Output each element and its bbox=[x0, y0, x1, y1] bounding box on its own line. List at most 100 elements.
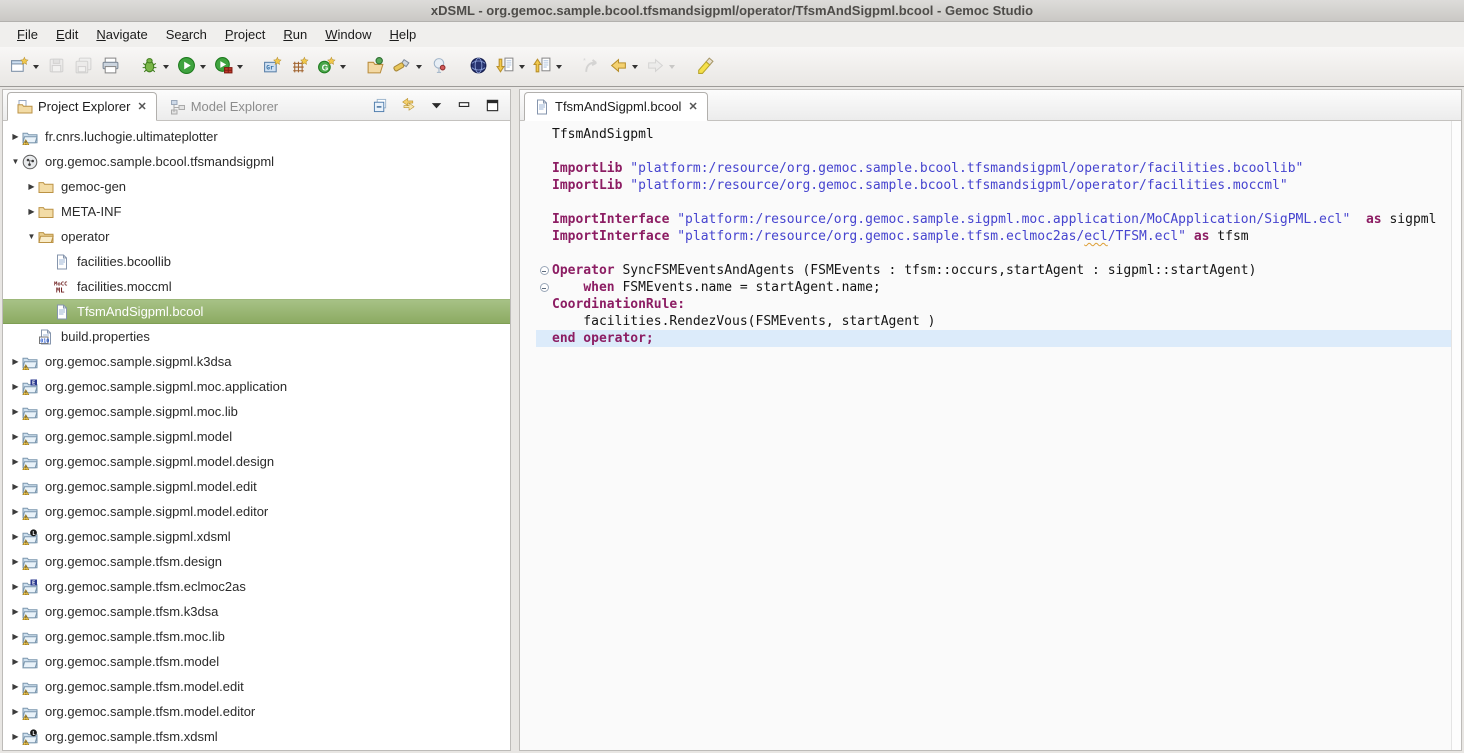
new-gemoc-sequential-project-button[interactable]: Gr bbox=[261, 54, 284, 80]
code-line[interactable]: CoordinationRule: bbox=[536, 296, 1451, 313]
code-line[interactable]: ImportInterface "platform:/resource/org.… bbox=[536, 228, 1451, 245]
tree-item-org-gemoc-sample-tfsm-model[interactable]: ▶org.gemoc.sample.tfsm.model bbox=[3, 649, 510, 674]
menu-item-help[interactable]: Help bbox=[380, 25, 425, 44]
link-with-editor-icon[interactable] bbox=[401, 98, 416, 113]
menu-item-file[interactable]: File bbox=[8, 25, 47, 44]
close-icon[interactable]: ✕ bbox=[137, 100, 146, 113]
debug-button[interactable] bbox=[138, 54, 171, 80]
tab-project-explorer[interactable]: Project Explorer ✕ bbox=[7, 92, 157, 121]
tree-item-fr-cnrs-luchogie-ultimateplotter[interactable]: ▶fr.cnrs.luchogie.ultimateplotter bbox=[3, 124, 510, 149]
dropdown-arrow-icon[interactable] bbox=[519, 65, 525, 69]
code-line-current[interactable]: end operator; bbox=[536, 330, 1451, 347]
tree-item-gemoc-gen[interactable]: ▶gemoc-gen bbox=[3, 174, 510, 199]
code-line[interactable]: Operator SyncFSMEventsAndAgents (FSMEven… bbox=[536, 262, 1451, 279]
collapsed-arrow-icon[interactable]: ▶ bbox=[9, 707, 22, 716]
run-configurations-button[interactable] bbox=[212, 54, 245, 80]
tree-item-org-gemoc-sample-sigpml-model-design[interactable]: ▶org.gemoc.sample.sigpml.model.design bbox=[3, 449, 510, 474]
tree-item-facilities-bcoollib[interactable]: facilities.bcoollib bbox=[3, 249, 510, 274]
tab-editor-tfsmandsigpml[interactable]: TfsmAndSigpml.bcool ✕ bbox=[524, 92, 708, 121]
minimize-icon[interactable] bbox=[457, 98, 472, 113]
tree-item-facilities-moccml[interactable]: MoCCMLfacilities.moccml bbox=[3, 274, 510, 299]
dropdown-arrow-icon[interactable] bbox=[416, 65, 422, 69]
collapse-all-icon[interactable] bbox=[373, 98, 388, 113]
new-ecore-modeling-project-button[interactable] bbox=[288, 54, 311, 80]
open-task-button[interactable] bbox=[364, 54, 387, 80]
dropdown-arrow-icon[interactable] bbox=[632, 65, 638, 69]
fold-collapse-icon[interactable] bbox=[536, 283, 552, 292]
collapsed-arrow-icon[interactable]: ▶ bbox=[25, 182, 38, 191]
collapsed-arrow-icon[interactable]: ▶ bbox=[9, 457, 22, 466]
tree-item-org-gemoc-sample-bcool-tfsmandsigpml[interactable]: ▼org.gemoc.sample.bcool.tfsmandsigpml bbox=[3, 149, 510, 174]
tree-item-meta-inf[interactable]: ▶META-INF bbox=[3, 199, 510, 224]
code-line[interactable]: TfsmAndSigpml bbox=[536, 126, 1451, 143]
expanded-arrow-icon[interactable]: ▼ bbox=[25, 232, 38, 241]
view-menu-icon[interactable] bbox=[429, 98, 444, 113]
code-line[interactable]: ImportInterface "platform:/resource/org.… bbox=[536, 211, 1451, 228]
search-button[interactable] bbox=[391, 54, 424, 80]
collapsed-arrow-icon[interactable]: ▶ bbox=[9, 557, 22, 566]
code-line[interactable] bbox=[536, 143, 1451, 160]
code-line[interactable]: ImportLib "platform:/resource/org.gemoc.… bbox=[536, 177, 1451, 194]
close-icon[interactable]: ✕ bbox=[688, 100, 697, 113]
code-line[interactable] bbox=[536, 245, 1451, 262]
tree-item-tfsmandsigpml-bcool[interactable]: TfsmAndSigpml.bcool bbox=[3, 299, 510, 324]
back-button[interactable] bbox=[607, 54, 640, 80]
tree-item-org-gemoc-sample-tfsm-k3dsa[interactable]: ▶org.gemoc.sample.tfsm.k3dsa bbox=[3, 599, 510, 624]
fold-collapse-icon[interactable] bbox=[536, 266, 552, 275]
tree-item-org-gemoc-sample-tfsm-moc-lib[interactable]: ▶org.gemoc.sample.tfsm.moc.lib bbox=[3, 624, 510, 649]
tree-item-org-gemoc-sample-sigpml-model-edit[interactable]: ▶org.gemoc.sample.sigpml.model.edit bbox=[3, 474, 510, 499]
collapsed-arrow-icon[interactable]: ▶ bbox=[9, 382, 22, 391]
code-line[interactable]: facilities.RendezVous(FSMEvents, startAg… bbox=[536, 313, 1451, 330]
tree-item-org-gemoc-sample-sigpml-k3dsa[interactable]: ▶org.gemoc.sample.sigpml.k3dsa bbox=[3, 349, 510, 374]
dropdown-arrow-icon[interactable] bbox=[340, 65, 346, 69]
maximize-icon[interactable] bbox=[485, 98, 500, 113]
menu-item-run[interactable]: Run bbox=[274, 25, 316, 44]
collapsed-arrow-icon[interactable]: ▶ bbox=[9, 732, 22, 741]
collapsed-arrow-icon[interactable]: ▶ bbox=[9, 432, 22, 441]
code-editor[interactable]: TfsmAndSigpml ImportLib "platform:/resour… bbox=[520, 121, 1461, 750]
collapsed-arrow-icon[interactable]: ▶ bbox=[9, 607, 22, 616]
collapsed-arrow-icon[interactable]: ▶ bbox=[9, 582, 22, 591]
code-line[interactable]: when FSMEvents.name = startAgent.name; bbox=[536, 279, 1451, 296]
menu-item-window[interactable]: Window bbox=[316, 25, 380, 44]
sash-divider[interactable] bbox=[511, 89, 519, 751]
new-gemoc-project-button[interactable]: G bbox=[315, 54, 348, 80]
collapsed-arrow-icon[interactable]: ▶ bbox=[9, 507, 22, 516]
open-web-browser-button[interactable] bbox=[467, 54, 490, 80]
tree-item-org-gemoc-sample-tfsm-design[interactable]: ▶org.gemoc.sample.tfsm.design bbox=[3, 549, 510, 574]
toggle-mark-occurrences-button[interactable] bbox=[693, 54, 716, 80]
tree-item-org-gemoc-sample-sigpml-moc-lib[interactable]: ▶org.gemoc.sample.sigpml.moc.lib bbox=[3, 399, 510, 424]
collapsed-arrow-icon[interactable]: ▶ bbox=[9, 482, 22, 491]
code-line[interactable] bbox=[536, 194, 1451, 211]
tree-item-org-gemoc-sample-sigpml-xdsml[interactable]: ▶Lorg.gemoc.sample.sigpml.xdsml bbox=[3, 524, 510, 549]
expanded-arrow-icon[interactable]: ▼ bbox=[9, 157, 22, 166]
tree-item-org-gemoc-sample-sigpml-model[interactable]: ▶org.gemoc.sample.sigpml.model bbox=[3, 424, 510, 449]
tree-item-org-gemoc-sample-tfsm-eclmoc2as[interactable]: ▶Eorg.gemoc.sample.tfsm.eclmoc2as bbox=[3, 574, 510, 599]
collapsed-arrow-icon[interactable]: ▶ bbox=[9, 682, 22, 691]
tree-item-operator[interactable]: ▼operator bbox=[3, 224, 510, 249]
tab-model-explorer[interactable]: Model Explorer bbox=[161, 92, 287, 121]
tree-item-org-gemoc-sample-sigpml-model-editor[interactable]: ▶org.gemoc.sample.sigpml.model.editor bbox=[3, 499, 510, 524]
dropdown-arrow-icon[interactable] bbox=[163, 65, 169, 69]
code-line[interactable]: ImportLib "platform:/resource/org.gemoc.… bbox=[536, 160, 1451, 177]
previous-annotation-button[interactable] bbox=[531, 54, 564, 80]
next-annotation-button[interactable] bbox=[494, 54, 527, 80]
dropdown-arrow-icon[interactable] bbox=[33, 65, 39, 69]
external-tools-button[interactable] bbox=[428, 54, 451, 80]
menu-item-navigate[interactable]: Navigate bbox=[87, 25, 156, 44]
menu-item-edit[interactable]: Edit bbox=[47, 25, 87, 44]
collapsed-arrow-icon[interactable]: ▶ bbox=[9, 407, 22, 416]
tree-item-org-gemoc-sample-tfsm-model-editor[interactable]: ▶org.gemoc.sample.tfsm.model.editor bbox=[3, 699, 510, 724]
editor-scrollbar[interactable] bbox=[1451, 121, 1461, 750]
print-button[interactable] bbox=[99, 54, 122, 80]
collapsed-arrow-icon[interactable]: ▶ bbox=[9, 132, 22, 141]
new-wizard-button[interactable] bbox=[8, 54, 41, 80]
menu-item-project[interactable]: Project bbox=[216, 25, 274, 44]
dropdown-arrow-icon[interactable] bbox=[237, 65, 243, 69]
tree-item-org-gemoc-sample-tfsm-model-edit[interactable]: ▶org.gemoc.sample.tfsm.model.edit bbox=[3, 674, 510, 699]
collapsed-arrow-icon[interactable]: ▶ bbox=[9, 632, 22, 641]
tree-item-org-gemoc-sample-sigpml-moc-application[interactable]: ▶Eorg.gemoc.sample.sigpml.moc.applicatio… bbox=[3, 374, 510, 399]
tree-item-org-gemoc-sample-tfsm-xdsml[interactable]: ▶Lorg.gemoc.sample.tfsm.xdsml bbox=[3, 724, 510, 749]
collapsed-arrow-icon[interactable]: ▶ bbox=[9, 357, 22, 366]
collapsed-arrow-icon[interactable]: ▶ bbox=[9, 657, 22, 666]
